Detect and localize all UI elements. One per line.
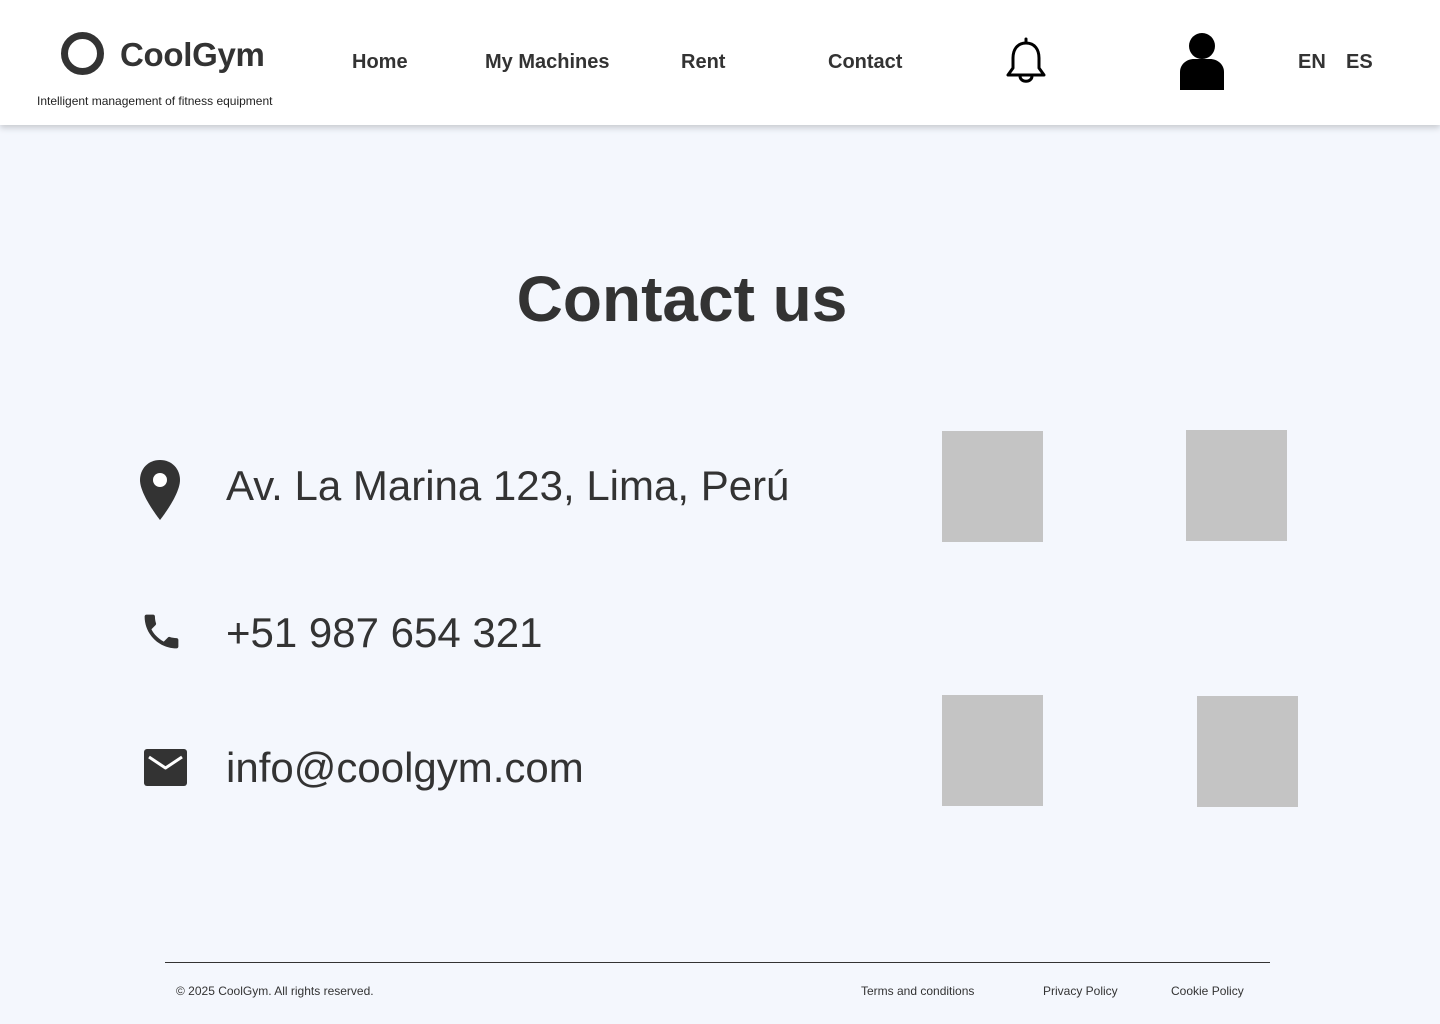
mail-icon	[144, 749, 187, 786]
privacy-link[interactable]: Privacy Policy	[1043, 984, 1118, 998]
copyright-text: © 2025 CoolGym. All rights reserved.	[176, 984, 374, 998]
nav-home[interactable]: Home	[352, 51, 408, 74]
bell-icon[interactable]	[1005, 36, 1047, 86]
image-placeholder	[942, 695, 1043, 806]
footer-divider	[165, 962, 1270, 963]
cookie-link[interactable]: Cookie Policy	[1171, 984, 1244, 998]
nav-rent[interactable]: Rent	[681, 51, 725, 74]
phone-icon	[144, 614, 179, 649]
image-placeholder	[1186, 430, 1287, 541]
email-text[interactable]: info@coolgym.com	[226, 744, 584, 792]
brand-name[interactable]: CoolGym	[120, 36, 265, 74]
logo-ring-icon	[61, 32, 104, 75]
page-title: Contact us	[516, 263, 848, 335]
image-placeholder	[1197, 696, 1298, 807]
nav-contact[interactable]: Contact	[828, 51, 902, 74]
user-icon[interactable]	[1178, 32, 1226, 90]
map-pin-icon	[140, 460, 180, 520]
lang-es[interactable]: ES	[1346, 51, 1373, 74]
nav-my-machines[interactable]: My Machines	[485, 51, 609, 74]
lang-en[interactable]: EN	[1298, 51, 1326, 74]
brand-tagline: Intelligent management of fitness equipm…	[37, 94, 273, 108]
image-placeholder	[942, 431, 1043, 542]
terms-link[interactable]: Terms and conditions	[861, 984, 974, 998]
phone-text[interactable]: +51 987 654 321	[226, 609, 542, 657]
address-text: Av. La Marina 123, Lima, Perú	[226, 462, 790, 509]
top-header: CoolGym Intelligent management of fitnes…	[0, 0, 1440, 125]
